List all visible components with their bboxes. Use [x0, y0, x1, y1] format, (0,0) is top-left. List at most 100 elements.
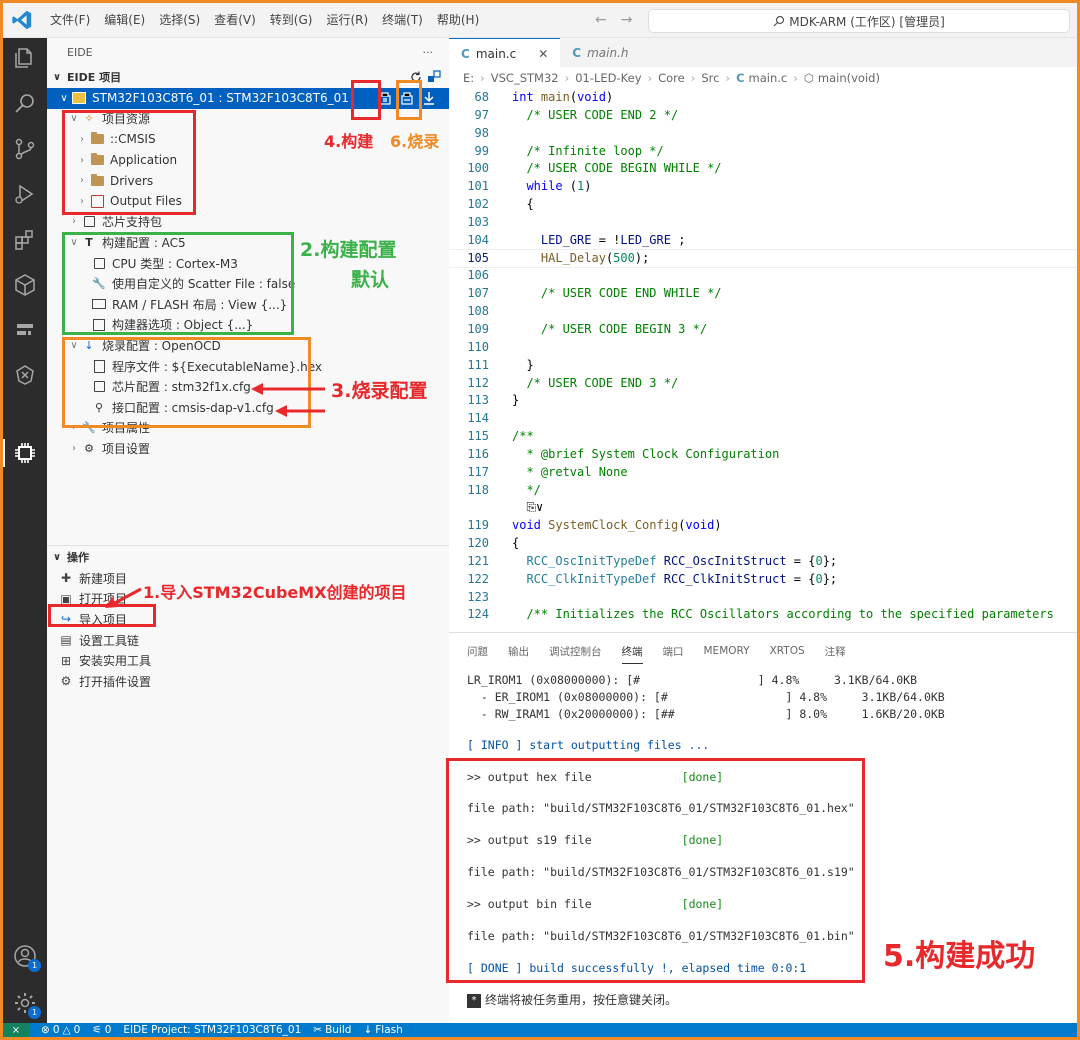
- close-icon[interactable]: ✕: [538, 47, 548, 61]
- tab-main-c[interactable]: C main.c ✕: [449, 38, 561, 68]
- tab-main-h[interactable]: C main.h: [560, 38, 640, 67]
- keil-icon[interactable]: [13, 363, 37, 387]
- code-line[interactable]: 98: [449, 125, 1077, 143]
- code-line[interactable]: 102 {: [449, 196, 1077, 214]
- flash-download-icon[interactable]: [421, 90, 437, 106]
- code-line[interactable]: 121 RCC_OscInitTypeDef RCC_OscInitStruct…: [449, 553, 1077, 571]
- eide-chip-icon[interactable]: [13, 441, 37, 465]
- menu-selection[interactable]: 选择(S): [152, 3, 207, 37]
- crumb[interactable]: VSC_STM32: [491, 71, 559, 85]
- code-line[interactable]: 124 /** Initializes the RCC Oscillators …: [449, 606, 1077, 624]
- ports-status[interactable]: ⚟ 0: [92, 1024, 111, 1036]
- cube-icon[interactable]: [13, 273, 37, 297]
- code-line[interactable]: 120 {: [449, 535, 1077, 553]
- settings-gear-icon[interactable]: 1: [13, 991, 41, 1019]
- op-install-tools[interactable]: ⊞ 安装实用工具: [47, 650, 449, 671]
- chevron-down-icon: ∨: [53, 71, 62, 83]
- reuse-message: 终端将被任务重用，按任意键关闭。: [485, 993, 678, 1007]
- code-line[interactable]: 100 /* USER CODE BEGIN WHILE */: [449, 160, 1077, 178]
- menu-terminal[interactable]: 终端(T): [375, 3, 430, 37]
- sync-icon[interactable]: [427, 70, 441, 84]
- run-debug-icon[interactable]: [13, 182, 37, 206]
- code-line[interactable]: 112 /* USER CODE END 3 */: [449, 375, 1077, 393]
- section-title: EIDE 项目: [67, 71, 122, 84]
- code-line[interactable]: 103: [449, 214, 1077, 232]
- annotation-flash: 6.烧录: [390, 132, 440, 151]
- code-line[interactable]: 99 /* Infinite loop */: [449, 143, 1077, 161]
- menu-view[interactable]: 查看(V): [207, 3, 263, 37]
- menu-edit[interactable]: 编辑(E): [97, 3, 152, 37]
- account-icon[interactable]: 1: [13, 944, 41, 972]
- crumb[interactable]: main.c: [749, 71, 788, 85]
- code-line[interactable]: 117 * @retval None: [449, 464, 1077, 482]
- problems-status[interactable]: ⊗ 0 △ 0: [41, 1024, 80, 1036]
- panel-tab[interactable]: 问题: [467, 644, 488, 659]
- code-line[interactable]: 111 }: [449, 357, 1077, 375]
- menu-go[interactable]: 转到(G): [263, 3, 320, 37]
- panel-tab[interactable]: 调试控制台: [549, 644, 602, 659]
- code-line[interactable]: 114: [449, 410, 1077, 428]
- search-sidebar-icon[interactable]: [13, 91, 37, 115]
- forward-arrow-icon[interactable]: →: [621, 3, 633, 37]
- crumb[interactable]: 01-LED-Key: [575, 71, 641, 85]
- code-line[interactable]: 115 /**: [449, 428, 1077, 446]
- eide-project-status[interactable]: EIDE Project: STM32F103C8T6_01: [123, 1024, 301, 1036]
- code-line[interactable]: 110: [449, 339, 1077, 357]
- project-root[interactable]: ∨ STM32F103C8T6_01 : STM32F103C8T6_01: [47, 88, 449, 109]
- crumb[interactable]: Core: [658, 71, 685, 85]
- explorer-icon[interactable]: [13, 46, 37, 70]
- tree-item-project-settings[interactable]: › ⚙ 项目设置: [47, 438, 449, 459]
- panel-tab[interactable]: 输出: [508, 644, 529, 659]
- panel-tab[interactable]: XRTOS: [770, 645, 805, 657]
- command-center-search[interactable]: MDK-ARM (工作区) [管理员]: [648, 9, 1070, 33]
- crumb[interactable]: E:: [463, 71, 474, 85]
- line-number: 97: [474, 107, 489, 122]
- operations-title[interactable]: ∨ 操作: [47, 546, 449, 568]
- active-indicator: [3, 439, 5, 467]
- menu-file[interactable]: 文件(F): [43, 3, 97, 37]
- code-line[interactable]: 113}: [449, 392, 1077, 410]
- code-line[interactable]: 108: [449, 303, 1077, 321]
- panel-tab[interactable]: 端口: [663, 644, 684, 659]
- eide-project-section[interactable]: ∨ EIDE 项目: [47, 66, 449, 88]
- crumb[interactable]: main(void): [818, 71, 880, 85]
- remote-explorer-icon[interactable]: [13, 318, 37, 342]
- crumb[interactable]: Src: [701, 71, 719, 85]
- code-line[interactable]: 101 while (1): [449, 178, 1077, 196]
- code-line[interactable]: 104 LED_GRE = !LED_GRE ;: [449, 232, 1077, 250]
- extensions-icon[interactable]: [13, 228, 37, 252]
- code-line[interactable]: 107 /* USER CODE END WHILE */: [449, 285, 1077, 303]
- build-status-button[interactable]: ✂ Build: [313, 1024, 351, 1036]
- gear-icon: ⚙: [60, 674, 72, 689]
- flash-status-button[interactable]: ↓ Flash: [363, 1024, 402, 1036]
- code-line[interactable]: 118 */: [449, 482, 1077, 500]
- menu-help[interactable]: 帮助(H): [430, 3, 486, 37]
- code-line[interactable]: 122 RCC_ClkInitTypeDef RCC_ClkInitStruct…: [449, 571, 1077, 589]
- code-line[interactable]: 97 /* USER CODE END 2 */: [449, 107, 1077, 125]
- line-number: 113: [467, 393, 489, 408]
- code-line[interactable]: 105 HAL_Delay(500);: [449, 248, 1077, 269]
- download-icon: ↓: [363, 1024, 373, 1036]
- code-editor[interactable]: 68 int main(void) 97 /* USER CODE END 2 */…: [449, 89, 1077, 632]
- code-line[interactable]: 109 /* USER CODE BEGIN 3 */: [449, 321, 1077, 339]
- code-line[interactable]: ⎘∨: [449, 499, 1077, 517]
- code-line[interactable]: 106: [449, 267, 1077, 285]
- code-text: }: [512, 393, 520, 408]
- panel-tab[interactable]: 终端: [621, 644, 643, 664]
- remote-indicator[interactable]: ⨯: [3, 1023, 29, 1037]
- menu-run[interactable]: 运行(R): [319, 3, 375, 37]
- code-line[interactable]: 116 * @brief System Clock Configuration: [449, 446, 1077, 464]
- annotation-flash-config: 3.烧录配置: [331, 380, 428, 402]
- op-plugin-settings[interactable]: ⚙ 打开插件设置: [47, 671, 449, 692]
- panel-tab[interactable]: MEMORY: [704, 645, 750, 657]
- panel-tab[interactable]: 注释: [825, 644, 846, 659]
- op-setup-toolchain[interactable]: ▤ 设置工具链: [47, 630, 449, 651]
- back-arrow-icon[interactable]: ←: [595, 3, 607, 37]
- code-line[interactable]: 123: [449, 589, 1077, 607]
- function-icon: ⬡: [803, 71, 814, 85]
- code-line[interactable]: 68 int main(void): [449, 89, 1077, 107]
- code-line[interactable]: 119 void SystemClock_Config(void): [449, 517, 1077, 535]
- source-control-icon[interactable]: [13, 137, 37, 161]
- more-actions-icon[interactable]: ···: [423, 46, 434, 59]
- line-number: 100: [467, 161, 489, 176]
